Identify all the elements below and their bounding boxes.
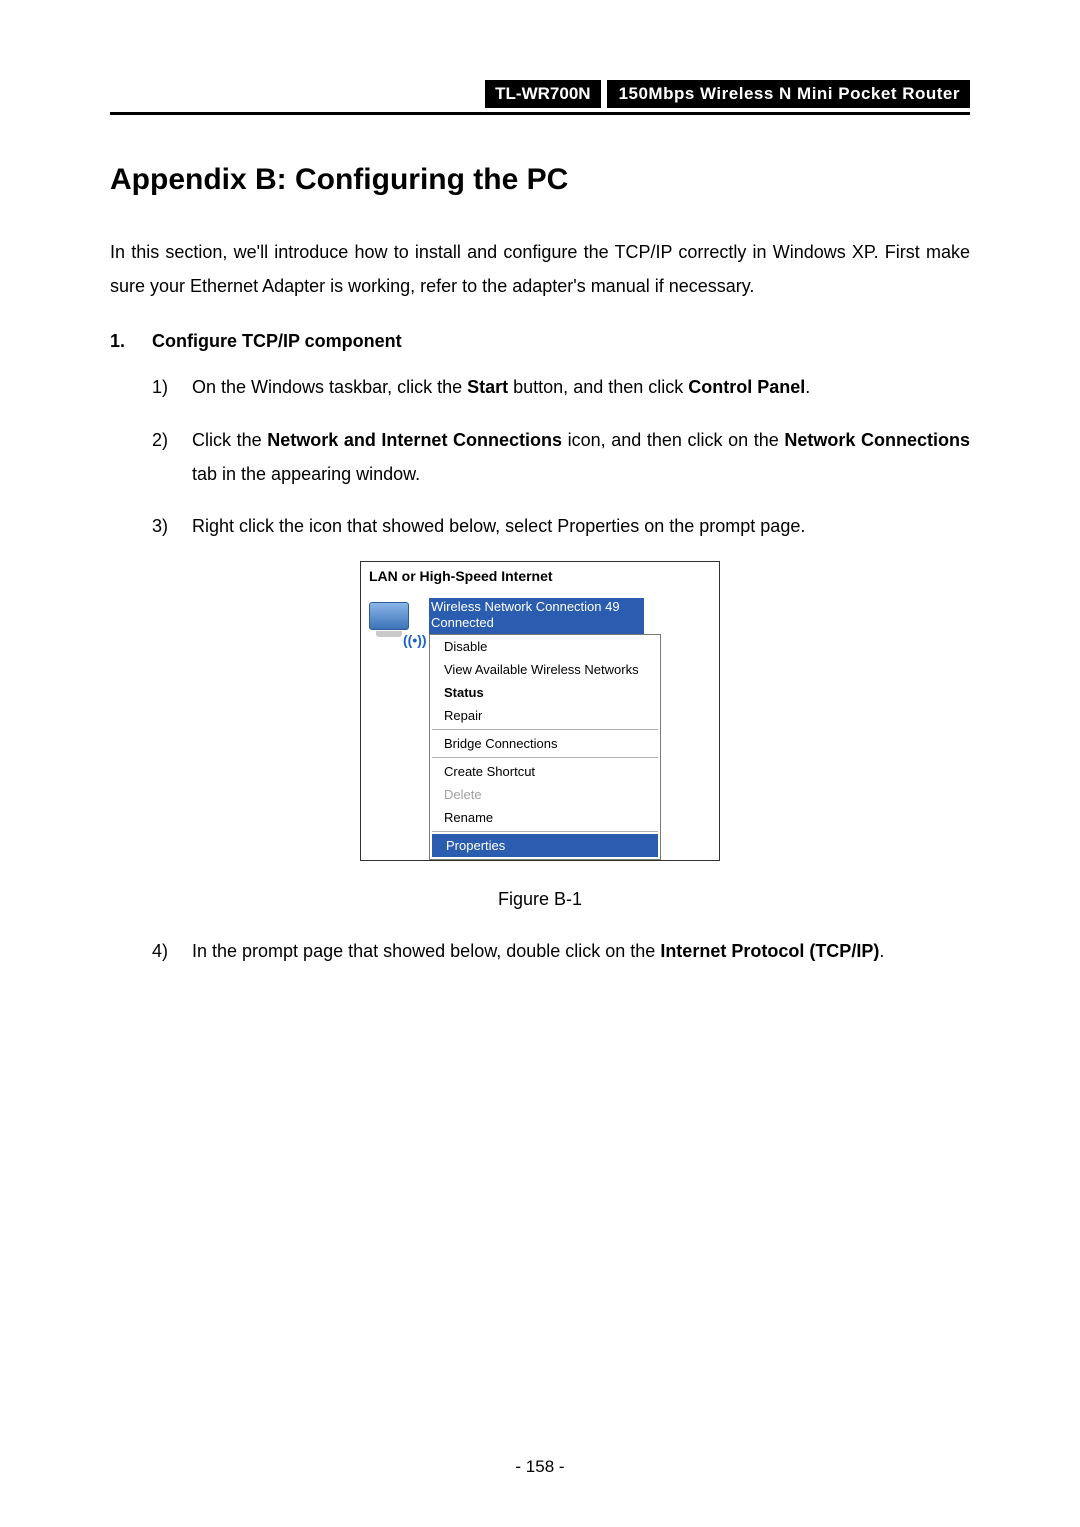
menu-separator [432, 831, 658, 832]
menu-item-create-shortcut[interactable]: Create Shortcut [430, 760, 660, 783]
text-fragment: In the prompt page that showed below, do… [192, 941, 660, 961]
figure-b1: LAN or High-Speed Internet ((•)) Wireles… [360, 561, 720, 910]
document-page: TL-WR700N 150Mbps Wireless N Mini Pocket… [0, 0, 1080, 1527]
step-2: 2) Click the Network and Internet Connec… [110, 423, 970, 491]
step-text: In the prompt page that showed below, do… [192, 934, 970, 968]
section-number: 1. [110, 331, 152, 352]
step-1: 1) On the Windows taskbar, click the Sta… [110, 370, 970, 404]
menu-separator [432, 729, 658, 730]
step-text: Right click the icon that showed below, … [192, 509, 970, 543]
figure-caption: Figure B-1 [360, 889, 720, 910]
window-section-title: LAN or High-Speed Internet [361, 562, 719, 598]
menu-item-view-networks[interactable]: View Available Wireless Networks [430, 658, 660, 681]
wireless-signal-icon: ((•)) [403, 632, 427, 648]
menu-item-repair[interactable]: Repair [430, 704, 660, 727]
text-fragment: tab in the appearing window. [192, 464, 420, 484]
connection-icon-column: ((•)) [369, 598, 429, 860]
bold-text: Network and Internet Connections [267, 430, 562, 450]
text-fragment: . [879, 941, 884, 961]
step-text: On the Windows taskbar, click the Start … [192, 370, 970, 404]
menu-item-disable[interactable]: Disable [430, 635, 660, 658]
section-heading-1: 1. Configure TCP/IP component [110, 331, 970, 352]
connection-row: ((•)) Wireless Network Connection 49 Con… [361, 598, 719, 860]
menu-item-bridge[interactable]: Bridge Connections [430, 732, 660, 755]
bold-text: Start [467, 377, 508, 397]
monitor-screen-icon [369, 602, 409, 630]
bold-text: Control Panel [688, 377, 805, 397]
step-number: 1) [152, 370, 192, 404]
menu-item-rename[interactable]: Rename [430, 806, 660, 829]
model-label: TL-WR700N [485, 80, 600, 108]
product-label: 150Mbps Wireless N Mini Pocket Router [607, 80, 970, 108]
menu-item-status[interactable]: Status [430, 681, 660, 704]
step-3: 3) Right click the icon that showed belo… [110, 509, 970, 543]
step-number: 4) [152, 934, 192, 968]
bold-text: Internet Protocol (TCP/IP) [660, 941, 879, 961]
appendix-title: Appendix B: Configuring the PC [110, 163, 970, 197]
connection-status: Connected [431, 615, 641, 631]
connection-text-column: Wireless Network Connection 49 Connected… [429, 598, 711, 860]
lan-connections-window: LAN or High-Speed Internet ((•)) Wireles… [360, 561, 720, 861]
monitor-base-icon [376, 631, 402, 637]
step-4: 4) In the prompt page that showed below,… [110, 934, 970, 968]
page-header: TL-WR700N 150Mbps Wireless N Mini Pocket… [110, 80, 970, 115]
text-fragment: icon, and then click on the [562, 430, 784, 450]
menu-item-delete: Delete [430, 783, 660, 806]
section-title: Configure TCP/IP component [152, 331, 402, 352]
menu-separator [432, 757, 658, 758]
bold-text: Network Connections [784, 430, 970, 450]
step-number: 2) [152, 423, 192, 491]
context-menu: Disable View Available Wireless Networks… [429, 634, 661, 860]
page-number: - 158 - [0, 1457, 1080, 1477]
text-fragment: button, and then click [508, 377, 688, 397]
text-fragment: . [805, 377, 810, 397]
text-fragment: On the Windows taskbar, click the [192, 377, 467, 397]
step-text: Click the Network and Internet Connectio… [192, 423, 970, 491]
menu-item-properties[interactable]: Properties [432, 834, 658, 857]
connection-name: Wireless Network Connection 49 [431, 599, 641, 615]
text-fragment: Click the [192, 430, 267, 450]
step-number: 3) [152, 509, 192, 543]
intro-paragraph: In this section, we'll introduce how to … [110, 235, 970, 303]
connection-header-selected[interactable]: Wireless Network Connection 49 Connected [429, 598, 644, 634]
